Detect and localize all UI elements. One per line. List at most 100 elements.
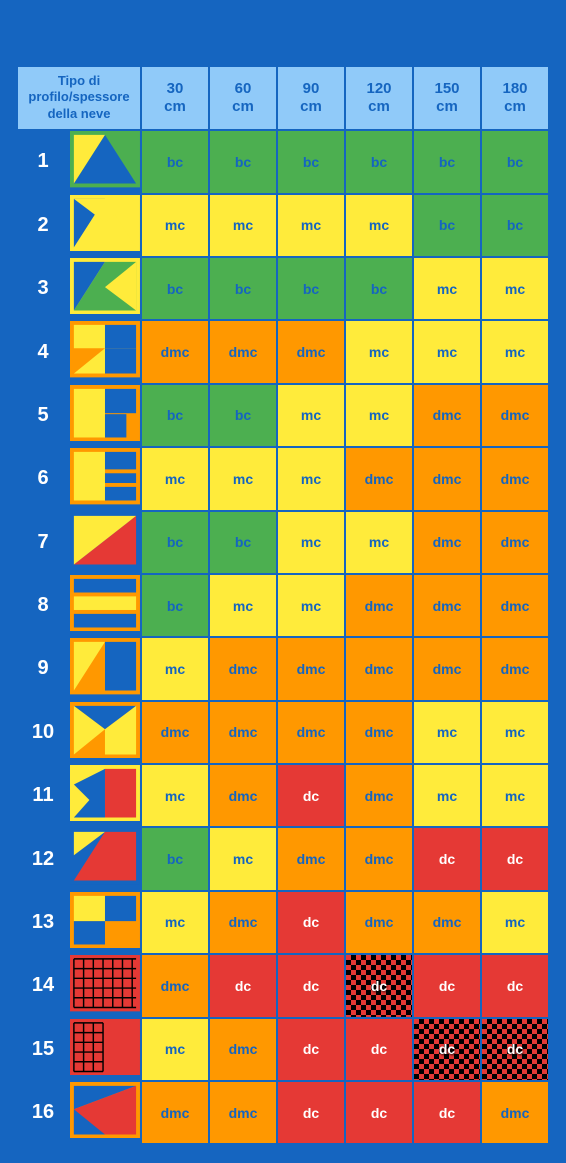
table-body: 1 bcbcbcbcbcbc2 mcmcmcmcbcbc3 bcbcbcbcmc…	[17, 130, 549, 1144]
cell-12-4: dc	[413, 827, 481, 890]
cell-16-1: dmc	[209, 1081, 277, 1144]
table-row: 13 mcdmcdcdmcdmcmc	[17, 891, 549, 954]
row-num-10: 10	[17, 701, 69, 764]
cell-3-2: bc	[277, 257, 345, 320]
cell-14-3: dc	[345, 954, 413, 1017]
cell-14-0: dmc	[141, 954, 209, 1017]
profile-img-15	[69, 1018, 141, 1081]
header-60: 60cm	[209, 66, 277, 131]
profile-img-5	[69, 384, 141, 447]
table-row: 10 dmcdmcdmcdmcmcmc	[17, 701, 549, 764]
row-num-2: 2	[17, 194, 69, 257]
profile-img-9	[69, 637, 141, 700]
table-row: 9 mcdmcdmcdmcdmcdmc	[17, 637, 549, 700]
profile-img-14	[69, 954, 141, 1017]
table-row: 2 mcmcmcmcbcbc	[17, 194, 549, 257]
cell-2-0: mc	[141, 194, 209, 257]
row-num-14: 14	[17, 954, 69, 1017]
row-num-16: 16	[17, 1081, 69, 1144]
cell-1-4: bc	[413, 130, 481, 193]
row-num-9: 9	[17, 637, 69, 700]
row-num-4: 4	[17, 320, 69, 383]
row-num-5: 5	[17, 384, 69, 447]
cell-8-0: bc	[141, 574, 209, 637]
header-120: 120cm	[345, 66, 413, 131]
cell-11-4: mc	[413, 764, 481, 827]
cell-2-2: mc	[277, 194, 345, 257]
cell-3-3: bc	[345, 257, 413, 320]
row-num-13: 13	[17, 891, 69, 954]
main-table: Tipo diprofilo/spessoredella neve 30cm 6…	[16, 65, 550, 1146]
cell-8-4: dmc	[413, 574, 481, 637]
cell-2-3: mc	[345, 194, 413, 257]
row-num-6: 6	[17, 447, 69, 510]
cell-1-3: bc	[345, 130, 413, 193]
cell-13-4: dmc	[413, 891, 481, 954]
profile-img-13	[69, 891, 141, 954]
cell-15-0: mc	[141, 1018, 209, 1081]
cell-11-5: mc	[481, 764, 549, 827]
cell-13-2: dc	[277, 891, 345, 954]
cell-15-2: dc	[277, 1018, 345, 1081]
cell-7-2: mc	[277, 511, 345, 574]
table-row: 16 dmcdmcdcdcdcdmc	[17, 1081, 549, 1144]
table-row: 4 dmcdmcdmcmcmcmc	[17, 320, 549, 383]
profile-img-11	[69, 764, 141, 827]
table-row: 12 bcmcdmcdmcdcdc	[17, 827, 549, 890]
cell-16-4: dc	[413, 1081, 481, 1144]
cell-15-5: dc	[481, 1018, 549, 1081]
cell-11-2: dc	[277, 764, 345, 827]
cell-5-3: mc	[345, 384, 413, 447]
profile-img-1	[69, 130, 141, 193]
cell-15-3: dc	[345, 1018, 413, 1081]
table-row: 6 mcmcmcdmcdmcdmc	[17, 447, 549, 510]
cell-12-5: dc	[481, 827, 549, 890]
table-row: 8 bcmcmcdmcdmcdmc	[17, 574, 549, 637]
cell-5-0: bc	[141, 384, 209, 447]
cell-1-2: bc	[277, 130, 345, 193]
table-row: 14 dmcdcdcdcdcdc	[17, 954, 549, 1017]
cell-15-1: dmc	[209, 1018, 277, 1081]
cell-7-4: dmc	[413, 511, 481, 574]
table-row: 1 bcbcbcbcbcbc	[17, 130, 549, 193]
cell-11-3: dmc	[345, 764, 413, 827]
profile-img-12	[69, 827, 141, 890]
cell-6-2: mc	[277, 447, 345, 510]
cell-8-5: dmc	[481, 574, 549, 637]
cell-9-0: mc	[141, 637, 209, 700]
profile-img-6	[69, 447, 141, 510]
cell-16-2: dc	[277, 1081, 345, 1144]
cell-6-4: dmc	[413, 447, 481, 510]
header-180: 180cm	[481, 66, 549, 131]
cell-5-2: mc	[277, 384, 345, 447]
cell-16-5: dmc	[481, 1081, 549, 1144]
cell-4-0: dmc	[141, 320, 209, 383]
cell-7-1: bc	[209, 511, 277, 574]
cell-5-4: dmc	[413, 384, 481, 447]
cell-4-5: mc	[481, 320, 549, 383]
profile-img-2	[69, 194, 141, 257]
cell-6-5: dmc	[481, 447, 549, 510]
page-wrapper: Tipo diprofilo/spessoredella neve 30cm 6…	[10, 10, 556, 1153]
cell-1-0: bc	[141, 130, 209, 193]
cell-3-1: bc	[209, 257, 277, 320]
cell-9-3: dmc	[345, 637, 413, 700]
cell-4-1: dmc	[209, 320, 277, 383]
table-row: 3 bcbcbcbcmcmc	[17, 257, 549, 320]
cell-11-1: dmc	[209, 764, 277, 827]
cell-6-1: mc	[209, 447, 277, 510]
row-num-3: 3	[17, 257, 69, 320]
cell-3-0: bc	[141, 257, 209, 320]
cell-12-2: dmc	[277, 827, 345, 890]
cell-7-0: bc	[141, 511, 209, 574]
cell-1-5: bc	[481, 130, 549, 193]
cell-10-5: mc	[481, 701, 549, 764]
cell-5-5: dmc	[481, 384, 549, 447]
cell-1-1: bc	[209, 130, 277, 193]
title-block	[10, 10, 556, 61]
cell-9-4: dmc	[413, 637, 481, 700]
cell-11-0: mc	[141, 764, 209, 827]
cell-7-5: dmc	[481, 511, 549, 574]
cell-16-0: dmc	[141, 1081, 209, 1144]
cell-6-0: mc	[141, 447, 209, 510]
